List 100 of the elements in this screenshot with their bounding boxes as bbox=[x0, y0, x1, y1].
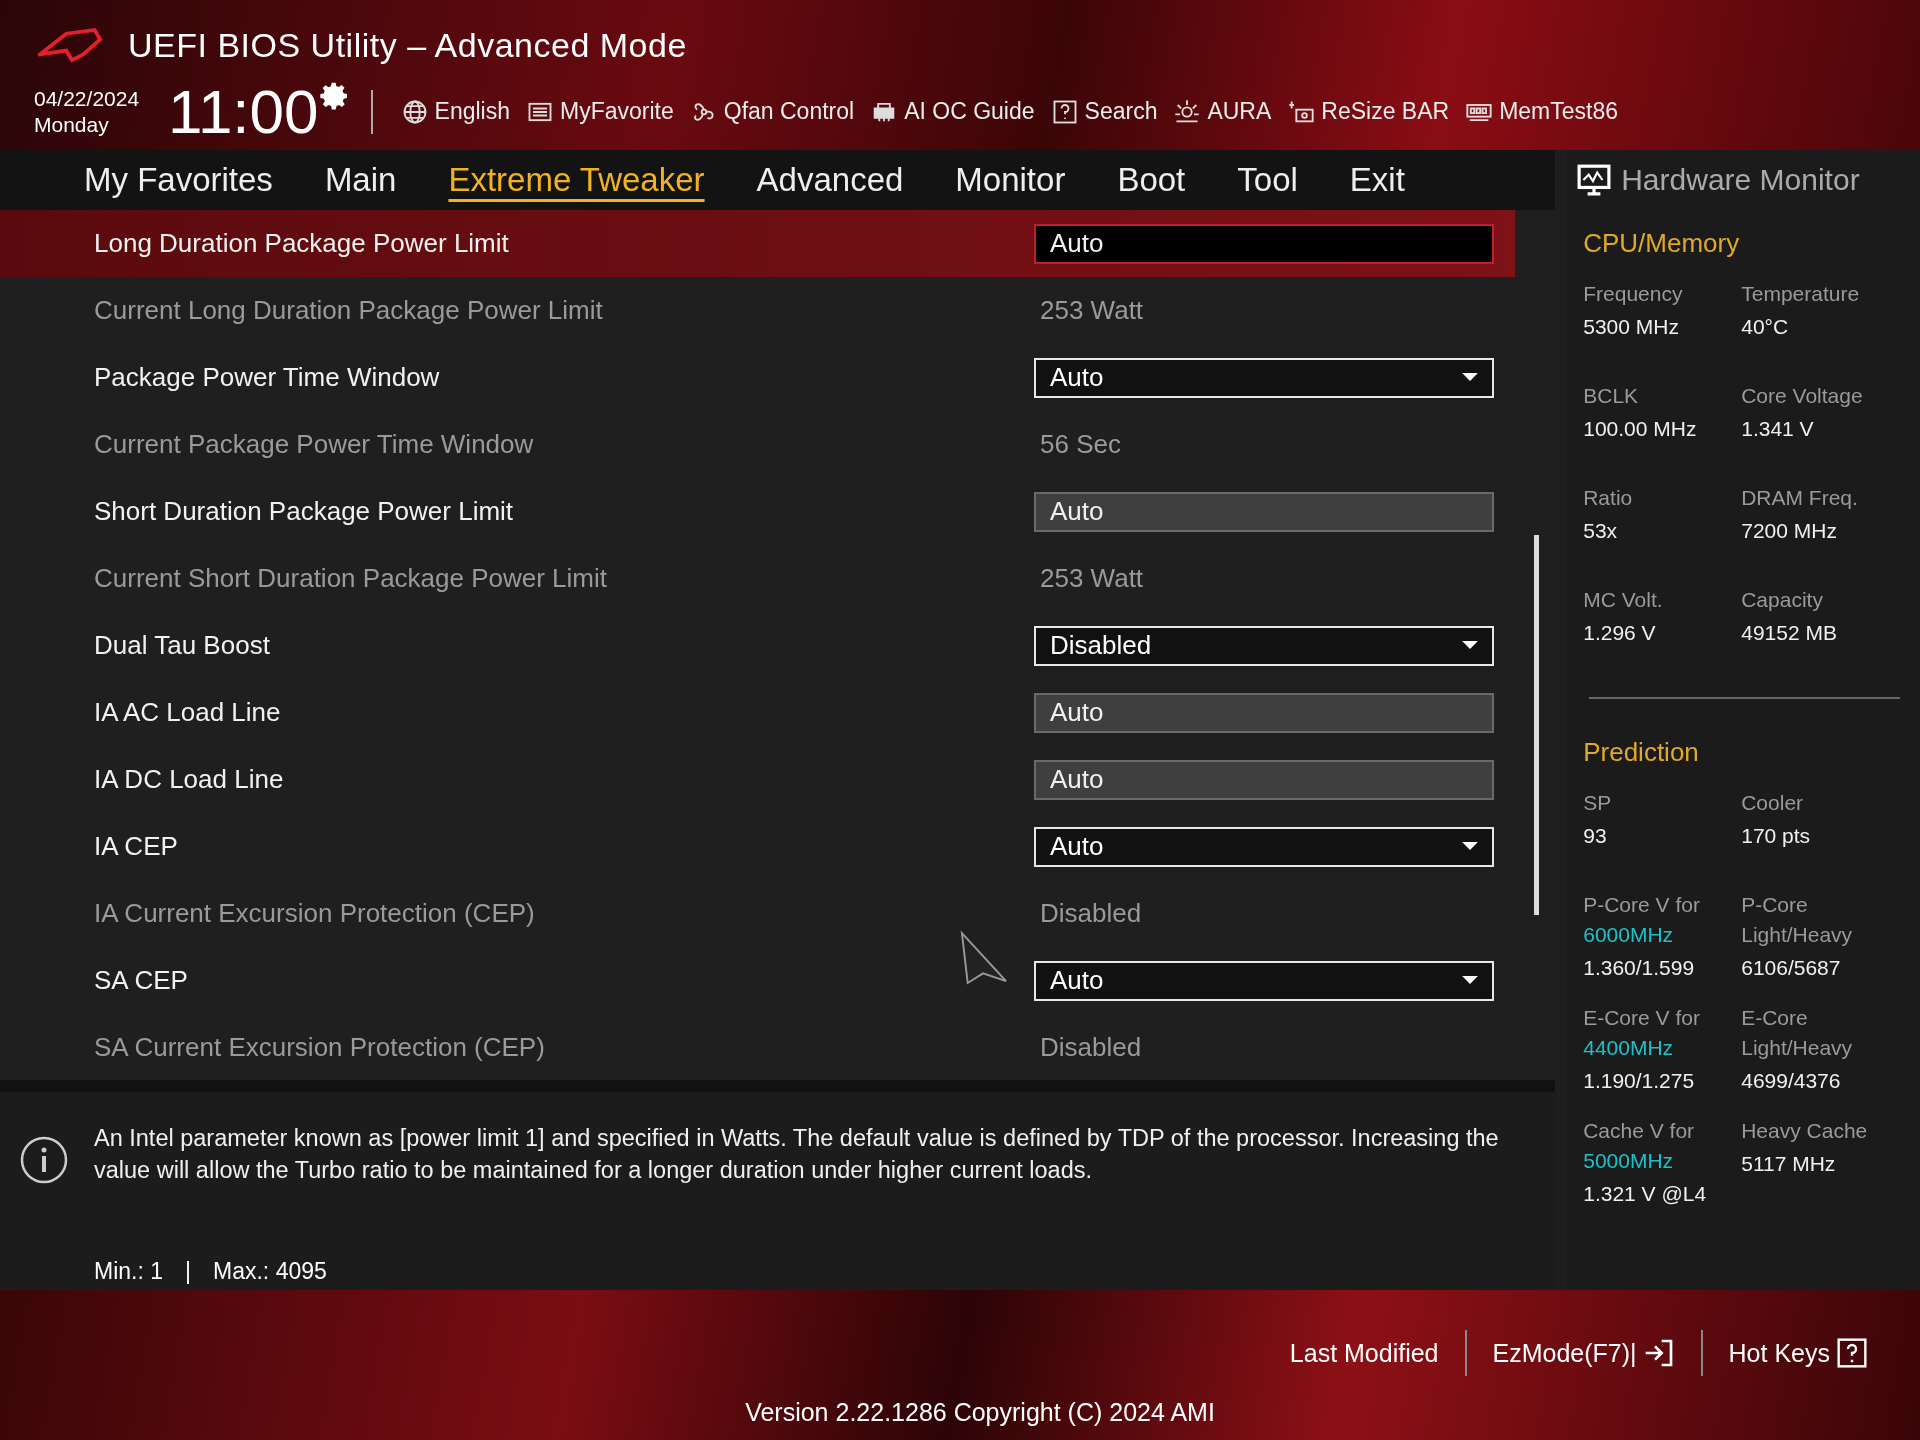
caret-icon bbox=[1462, 641, 1478, 650]
setting-label: Long Duration Package Power Limit bbox=[94, 228, 510, 259]
logo-icon bbox=[38, 26, 104, 64]
monitor-icon bbox=[1577, 164, 1612, 196]
tab[interactable]: Tool bbox=[1213, 159, 1322, 201]
panel-title: Hardware Monitor bbox=[1621, 163, 1860, 197]
setting-label: IA DC Load Line bbox=[94, 764, 285, 795]
metric-label: P-Core V for bbox=[1583, 892, 1701, 918]
input-field[interactable]: Auto bbox=[1034, 491, 1494, 532]
caret-icon bbox=[1462, 842, 1478, 851]
caret-icon bbox=[1462, 373, 1478, 382]
metric-label: E-Core V for bbox=[1583, 1005, 1701, 1031]
footer-button[interactable]: Last Modified bbox=[1263, 1338, 1465, 1368]
metric-value: 170 pts bbox=[1741, 823, 1812, 849]
tab[interactable]: My Favorites bbox=[60, 159, 297, 201]
toolbar-button[interactable]: Qfan Control bbox=[681, 97, 863, 126]
version-text: Version 2.22.1286 Copyright (C) 2024 AMI bbox=[745, 1398, 1215, 1427]
setting-value: Disabled bbox=[1039, 1032, 1142, 1063]
metric-frequency: 5000MHz bbox=[1583, 1148, 1675, 1174]
metric-label: Core Voltage bbox=[1741, 383, 1864, 409]
metric-value: 5117 MHz bbox=[1741, 1151, 1837, 1177]
dropdown[interactable]: Auto bbox=[1034, 357, 1494, 398]
tab[interactable]: Boot bbox=[1093, 159, 1210, 201]
dropdown[interactable]: Auto bbox=[1034, 960, 1494, 1001]
setting-label: SA CEP bbox=[94, 965, 189, 996]
max-value: Max.: 4095 bbox=[213, 1258, 327, 1285]
toolbar-button[interactable]: AURA bbox=[1165, 97, 1280, 126]
selected-row-highlight[interactable]: Long Duration Package Power Limit Auto bbox=[0, 210, 1516, 277]
metric-value: 1.296 V bbox=[1583, 620, 1657, 646]
metric-value: 53x bbox=[1583, 518, 1619, 544]
setting-label: IA CEP bbox=[94, 831, 179, 862]
section-title: Prediction bbox=[1583, 737, 1700, 768]
metric-label: Cooler bbox=[1741, 790, 1805, 816]
metric-value: 1.190/1.275 bbox=[1583, 1068, 1696, 1094]
input-field[interactable]: Auto bbox=[1034, 759, 1494, 800]
setting-label: IA AC Load Line bbox=[94, 697, 282, 728]
metric-label: Heavy Cache bbox=[1741, 1118, 1869, 1144]
setting-label: Current Long Duration Package Power Limit bbox=[94, 295, 604, 326]
metric-frequency: 6000MHz bbox=[1583, 922, 1675, 948]
metric-label: Temperature bbox=[1741, 281, 1861, 307]
metric-label: BCLK bbox=[1583, 383, 1640, 409]
setting-label: IA Current Excursion Protection (CEP) bbox=[94, 898, 536, 929]
input-field[interactable]: Auto bbox=[1034, 223, 1494, 264]
tab[interactable]: Extreme Tweaker bbox=[424, 159, 729, 201]
metric-label: P-Core Light/Heavy bbox=[1741, 892, 1854, 948]
metric-value: 1.360/1.599 bbox=[1583, 955, 1696, 981]
weekday: Monday bbox=[34, 111, 110, 138]
metric-label: Frequency bbox=[1583, 281, 1684, 307]
date: 04/22/2024 bbox=[34, 85, 141, 112]
metric-value: 7200 MHz bbox=[1741, 518, 1838, 544]
metric-label: MC Volt. bbox=[1583, 587, 1664, 613]
info-icon bbox=[20, 1136, 68, 1184]
setting-label: Current Package Power Time Window bbox=[94, 429, 535, 460]
tab[interactable]: Advanced bbox=[732, 159, 928, 201]
metric-frequency: 4400MHz bbox=[1583, 1035, 1675, 1061]
metric-value: 6106/5687 bbox=[1741, 955, 1842, 981]
tab[interactable]: Exit bbox=[1325, 159, 1429, 201]
input-field[interactable]: Auto bbox=[1034, 692, 1494, 733]
toolbar-button[interactable]: English bbox=[392, 97, 518, 126]
separator: | bbox=[185, 1258, 191, 1285]
metric-value: 100.00 MHz bbox=[1583, 416, 1698, 442]
metric-value: 1.321 V @L4 bbox=[1583, 1181, 1708, 1207]
cursor-icon bbox=[960, 930, 1008, 986]
footer-button[interactable]: Hot Keys bbox=[1702, 1337, 1894, 1369]
toolbar-button[interactable]: ReSize BAR bbox=[1279, 97, 1458, 126]
metric-value: 93 bbox=[1583, 823, 1608, 849]
help-text: An Intel parameter known as [power limit 1] and specified in Watts. The default value is defined by TDP of the processor. Increasing the value will allow the Turbo ratio to be maintained for a longer duration under higher current loads. bbox=[94, 1124, 1500, 1185]
metric-value: 49152 MB bbox=[1741, 620, 1838, 646]
metric-value: 4699/4376 bbox=[1741, 1068, 1842, 1094]
toolbar-button[interactable]: MemTest86 bbox=[1457, 97, 1627, 126]
toolbar-button[interactable]: Search bbox=[1042, 97, 1166, 126]
setting-label: Dual Tau Boost bbox=[94, 630, 271, 661]
clock: 11:00 bbox=[168, 76, 319, 147]
dropdown[interactable]: Disabled bbox=[1034, 625, 1494, 666]
metric-label: E-Core Light/Heavy bbox=[1741, 1005, 1854, 1061]
window-title: UEFI BIOS Utility – Advanced Mode bbox=[128, 25, 687, 65]
section-title: CPU/Memory bbox=[1583, 228, 1741, 259]
setting-value: 253 Watt bbox=[1039, 295, 1144, 326]
tab[interactable]: Monitor bbox=[931, 159, 1090, 201]
question-icon bbox=[1836, 1337, 1868, 1369]
metric-value: 40°C bbox=[1741, 314, 1790, 340]
setting-label: Package Power Time Window bbox=[94, 362, 441, 393]
setting-label: Short Duration Package Power Limit bbox=[94, 496, 515, 527]
setting-label: SA Current Excursion Protection (CEP) bbox=[94, 1032, 546, 1063]
metric-label: Ratio bbox=[1583, 485, 1634, 511]
toolbar-button[interactable]: MyFavorite bbox=[518, 97, 682, 126]
min-value: Min.: 1 bbox=[94, 1258, 164, 1285]
setting-value: 253 Watt bbox=[1039, 563, 1144, 594]
metric-label: Cache V for bbox=[1583, 1118, 1696, 1144]
setting-value: 56 Sec bbox=[1039, 429, 1121, 460]
metric-value: 5300 MHz bbox=[1583, 314, 1680, 340]
metric-value: 1.341 V bbox=[1741, 416, 1815, 442]
toolbar-button[interactable]: AI OC Guide bbox=[862, 97, 1043, 126]
scrollbar[interactable] bbox=[1534, 535, 1540, 915]
setting-label: Current Short Duration Package Power Limit bbox=[94, 563, 608, 594]
footer-button[interactable]: EzMode(F7)| bbox=[1466, 1337, 1701, 1369]
metric-label: Capacity bbox=[1741, 587, 1824, 613]
metric-label: DRAM Freq. bbox=[1741, 485, 1859, 511]
dropdown[interactable]: Auto bbox=[1034, 826, 1494, 867]
tab[interactable]: Main bbox=[300, 159, 421, 201]
